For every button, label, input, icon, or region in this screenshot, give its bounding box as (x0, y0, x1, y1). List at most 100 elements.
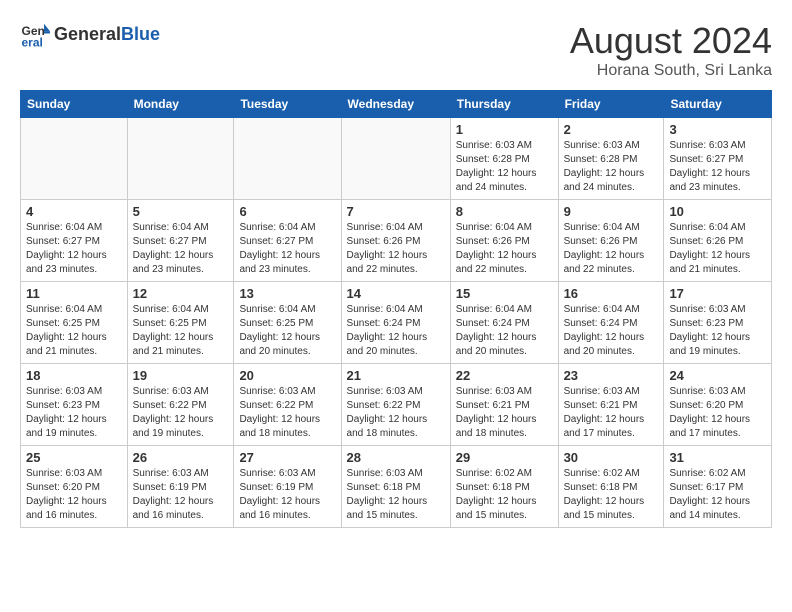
calendar-cell: 14Sunrise: 6:04 AM Sunset: 6:24 PM Dayli… (341, 282, 450, 364)
day-info: Sunrise: 6:03 AM Sunset: 6:22 PM Dayligh… (239, 385, 335, 441)
weekday-header-friday: Friday (558, 91, 664, 118)
day-number: 4 (26, 204, 122, 219)
day-number: 24 (669, 368, 766, 383)
day-info: Sunrise: 6:03 AM Sunset: 6:20 PM Dayligh… (26, 467, 122, 523)
month-year-title: August 2024 (570, 20, 772, 62)
day-info: Sunrise: 6:04 AM Sunset: 6:27 PM Dayligh… (26, 221, 122, 277)
weekday-header-saturday: Saturday (664, 91, 772, 118)
day-number: 31 (669, 450, 766, 465)
calendar-cell: 3 Sunrise: 6:03 AM Sunset: 6:27 PM Daylig… (664, 118, 772, 200)
calendar-cell: 7 Sunrise: 6:04 AM Sunset: 6:26 PM Daylig… (341, 200, 450, 282)
weekday-header-tuesday: Tuesday (234, 91, 341, 118)
weekday-header-monday: Monday (127, 91, 234, 118)
day-info: Sunrise: 6:03 AM Sunset: 6:20 PM Dayligh… (669, 385, 766, 441)
calendar-cell: 16Sunrise: 6:04 AM Sunset: 6:24 PM Dayli… (558, 282, 664, 364)
calendar-cell: 13 Sunrise: 6:04 AM Sunset: 6:25 PM Dayli… (234, 282, 341, 364)
day-info: Sunrise: 6:03 AM Sunset: 6:23 PM Dayligh… (669, 303, 766, 359)
calendar-cell (21, 118, 128, 200)
calendar-cell (127, 118, 234, 200)
day-number: 10 (669, 204, 766, 219)
day-number: 12 (133, 286, 229, 301)
logo: Gen eral GeneralBlue (20, 20, 160, 50)
title-area: August 2024 Horana South, Sri Lanka (570, 20, 772, 80)
day-info: Sunrise: 6:03 AM Sunset: 6:28 PM Dayligh… (564, 139, 659, 195)
calendar-cell: 24 Sunrise: 6:03 AM Sunset: 6:20 PM Dayli… (664, 364, 772, 446)
calendar-cell: 5Sunrise: 6:04 AM Sunset: 6:27 PM Daylig… (127, 200, 234, 282)
day-number: 15 (456, 286, 553, 301)
calendar-cell: 1 Sunrise: 6:03 AM Sunset: 6:28 PM Daylig… (450, 118, 558, 200)
day-info: Sunrise: 6:04 AM Sunset: 6:26 PM Dayligh… (347, 221, 445, 277)
day-number: 21 (347, 368, 445, 383)
calendar-cell: 22 Sunrise: 6:03 AM Sunset: 6:21 PM Dayli… (450, 364, 558, 446)
day-number: 1 (456, 122, 553, 137)
day-info: Sunrise: 6:04 AM Sunset: 6:25 PM Dayligh… (133, 303, 229, 359)
calendar-week-2: 4 Sunrise: 6:04 AM Sunset: 6:27 PM Daylig… (21, 200, 772, 282)
calendar-week-1: 1 Sunrise: 6:03 AM Sunset: 6:28 PM Daylig… (21, 118, 772, 200)
day-info: Sunrise: 6:04 AM Sunset: 6:25 PM Dayligh… (26, 303, 122, 359)
day-info: Sunrise: 6:03 AM Sunset: 6:18 PM Dayligh… (347, 467, 445, 523)
day-info: Sunrise: 6:04 AM Sunset: 6:24 PM Dayligh… (347, 303, 445, 359)
calendar-cell: 2 Sunrise: 6:03 AM Sunset: 6:28 PM Daylig… (558, 118, 664, 200)
calendar-cell: 9 Sunrise: 6:04 AM Sunset: 6:26 PM Daylig… (558, 200, 664, 282)
calendar-week-5: 25 Sunrise: 6:03 AM Sunset: 6:20 PM Dayli… (21, 446, 772, 528)
day-number: 8 (456, 204, 553, 219)
day-number: 13 (239, 286, 335, 301)
day-info: Sunrise: 6:04 AM Sunset: 6:26 PM Dayligh… (564, 221, 659, 277)
calendar-cell: 12 Sunrise: 6:04 AM Sunset: 6:25 PM Dayli… (127, 282, 234, 364)
day-number: 2 (564, 122, 659, 137)
day-info: Sunrise: 6:03 AM Sunset: 6:21 PM Dayligh… (456, 385, 553, 441)
day-number: 29 (456, 450, 553, 465)
day-info: Sunrise: 6:02 AM Sunset: 6:17 PM Dayligh… (669, 467, 766, 523)
day-number: 3 (669, 122, 766, 137)
calendar-cell: 4 Sunrise: 6:04 AM Sunset: 6:27 PM Daylig… (21, 200, 128, 282)
day-info: Sunrise: 6:03 AM Sunset: 6:19 PM Dayligh… (133, 467, 229, 523)
day-number: 17 (669, 286, 766, 301)
day-info: Sunrise: 6:03 AM Sunset: 6:27 PM Dayligh… (669, 139, 766, 195)
day-info: Sunrise: 6:04 AM Sunset: 6:27 PM Dayligh… (239, 221, 335, 277)
calendar-cell: 31 Sunrise: 6:02 AM Sunset: 6:17 PM Dayli… (664, 446, 772, 528)
calendar-cell: 30Sunrise: 6:02 AM Sunset: 6:18 PM Dayli… (558, 446, 664, 528)
calendar-cell: 21 Sunrise: 6:03 AM Sunset: 6:22 PM Dayli… (341, 364, 450, 446)
day-info: Sunrise: 6:03 AM Sunset: 6:22 PM Dayligh… (347, 385, 445, 441)
page-header: Gen eral GeneralBlue August 2024 Horana … (20, 20, 772, 80)
day-info: Sunrise: 6:04 AM Sunset: 6:24 PM Dayligh… (456, 303, 553, 359)
calendar-cell: 15 Sunrise: 6:04 AM Sunset: 6:24 PM Dayli… (450, 282, 558, 364)
day-number: 27 (239, 450, 335, 465)
day-info: Sunrise: 6:04 AM Sunset: 6:25 PM Dayligh… (239, 303, 335, 359)
calendar-cell: 8Sunrise: 6:04 AM Sunset: 6:26 PM Daylig… (450, 200, 558, 282)
day-number: 22 (456, 368, 553, 383)
calendar-body: 1 Sunrise: 6:03 AM Sunset: 6:28 PM Daylig… (21, 118, 772, 528)
calendar-cell: 28 Sunrise: 6:03 AM Sunset: 6:18 PM Dayli… (341, 446, 450, 528)
day-number: 23 (564, 368, 659, 383)
day-number: 30 (564, 450, 659, 465)
calendar-cell: 19Sunrise: 6:03 AM Sunset: 6:22 PM Dayli… (127, 364, 234, 446)
calendar-cell: 18Sunrise: 6:03 AM Sunset: 6:23 PM Dayli… (21, 364, 128, 446)
calendar-cell (341, 118, 450, 200)
day-info: Sunrise: 6:04 AM Sunset: 6:26 PM Dayligh… (669, 221, 766, 277)
calendar-week-4: 18Sunrise: 6:03 AM Sunset: 6:23 PM Dayli… (21, 364, 772, 446)
svg-text:eral: eral (22, 35, 43, 49)
calendar-header-row: SundayMondayTuesdayWednesdayThursdayFrid… (21, 91, 772, 118)
day-number: 19 (133, 368, 229, 383)
calendar-table: SundayMondayTuesdayWednesdayThursdayFrid… (20, 90, 772, 528)
day-number: 26 (133, 450, 229, 465)
day-number: 11 (26, 286, 122, 301)
calendar-cell: 27Sunrise: 6:03 AM Sunset: 6:19 PM Dayli… (234, 446, 341, 528)
day-number: 9 (564, 204, 659, 219)
day-number: 20 (239, 368, 335, 383)
calendar-cell: 6Sunrise: 6:04 AM Sunset: 6:27 PM Daylig… (234, 200, 341, 282)
day-number: 18 (26, 368, 122, 383)
day-number: 25 (26, 450, 122, 465)
calendar-cell: 25 Sunrise: 6:03 AM Sunset: 6:20 PM Dayli… (21, 446, 128, 528)
day-number: 5 (133, 204, 229, 219)
calendar-week-3: 11 Sunrise: 6:04 AM Sunset: 6:25 PM Dayli… (21, 282, 772, 364)
logo-icon: Gen eral (20, 20, 50, 50)
day-number: 7 (347, 204, 445, 219)
day-number: 28 (347, 450, 445, 465)
calendar-cell (234, 118, 341, 200)
calendar-cell: 23Sunrise: 6:03 AM Sunset: 6:21 PM Dayli… (558, 364, 664, 446)
day-info: Sunrise: 6:02 AM Sunset: 6:18 PM Dayligh… (456, 467, 553, 523)
day-info: Sunrise: 6:03 AM Sunset: 6:28 PM Dayligh… (456, 139, 553, 195)
calendar-cell: 20 Sunrise: 6:03 AM Sunset: 6:22 PM Dayli… (234, 364, 341, 446)
logo-text-line1: GeneralBlue (54, 25, 160, 45)
